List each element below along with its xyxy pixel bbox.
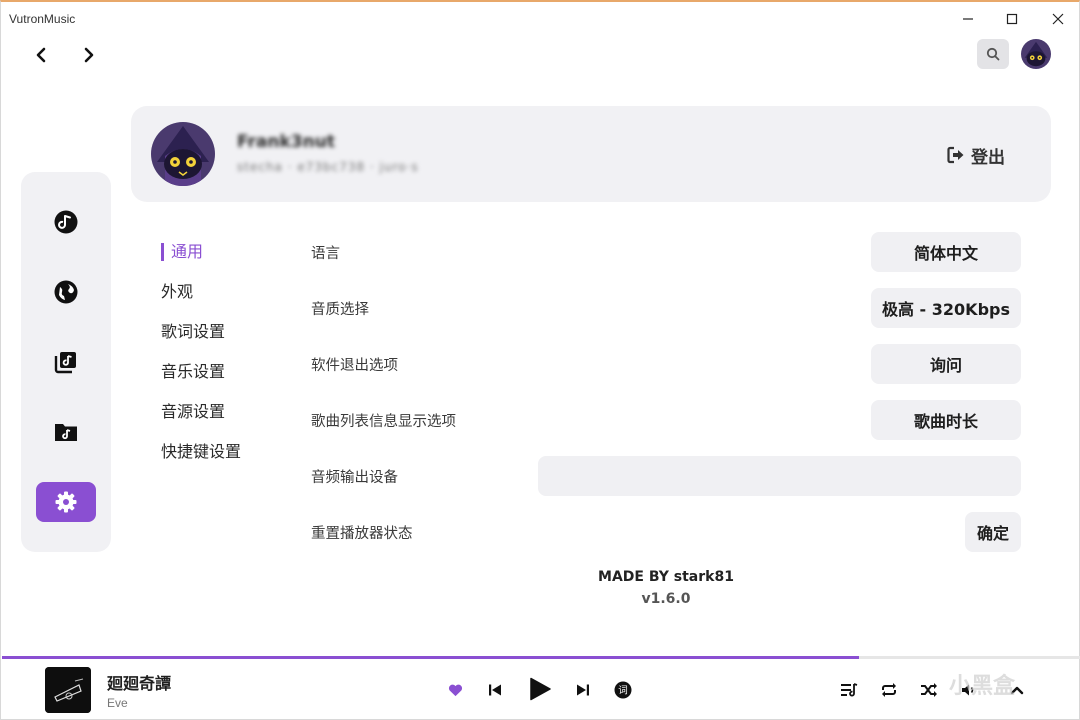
chevron-right-icon [84, 47, 94, 63]
song-title[interactable]: 廻廻奇譚 [107, 670, 171, 694]
profile-signature: stecha · e73bc738 · juro·s [237, 160, 419, 174]
like-button[interactable] [442, 677, 468, 703]
playlist-button[interactable] [836, 677, 862, 703]
user-avatar[interactable] [1021, 39, 1051, 69]
title-bar: VutronMusic [1, 4, 1080, 34]
maximize-button[interactable] [989, 4, 1035, 34]
tab-source-settings[interactable]: 音源设置 [161, 398, 225, 426]
repeat-button[interactable] [876, 677, 902, 703]
playlist-icon [841, 683, 858, 697]
list-info-label: 歌曲列表信息显示选项 [311, 414, 456, 430]
list-info-select[interactable]: 歌曲时长 [871, 400, 1021, 440]
output-device-select[interactable] [538, 456, 1021, 496]
reset-label: 重置播放器状态 [311, 526, 413, 542]
repeat-icon [882, 683, 896, 697]
lyrics-icon: 词 [614, 681, 632, 699]
shuffle-icon [921, 683, 937, 697]
logout-icon [947, 146, 964, 164]
chevron-left-icon [36, 47, 46, 63]
app-title: VutronMusic [9, 12, 76, 26]
heart-icon [448, 684, 462, 697]
watermark-text: 小黑盒 [949, 674, 1016, 699]
tab-lyrics-settings[interactable]: 歌词设置 [161, 318, 225, 346]
avatar-image [1021, 39, 1051, 69]
maximize-icon [1006, 13, 1018, 25]
globe-icon [54, 280, 78, 304]
shuffle-button[interactable] [916, 677, 942, 703]
lyrics-button[interactable]: 词 [610, 677, 636, 703]
library-icon [54, 352, 76, 374]
output-device-label: 音频输出设备 [311, 470, 398, 486]
profile-card: Frank3nut stecha · e73bc738 · juro·s 登出 [131, 106, 1051, 202]
version-text: v1.6.0 [641, 591, 691, 607]
play-icon [530, 677, 551, 701]
profile-name: Frank3nut [237, 132, 335, 152]
sidebar-item-explore[interactable] [36, 272, 96, 312]
reset-confirm-button[interactable]: 确定 [965, 512, 1021, 552]
previous-button[interactable] [482, 677, 508, 703]
close-button[interactable] [1035, 4, 1080, 34]
app-window: VutronMusic Frank3nut stecha · e73bc738 … [0, 0, 1080, 720]
logout-label: 登出 [971, 147, 1005, 168]
avatar-image [151, 122, 215, 186]
quality-label: 音质选择 [311, 302, 369, 318]
sidebar-item-music[interactable] [36, 202, 96, 242]
close-icon [1052, 13, 1064, 25]
album-cover-image [45, 667, 91, 713]
tab-music-settings[interactable]: 音乐设置 [161, 358, 225, 386]
search-button[interactable] [977, 39, 1009, 69]
lyrics-icon-text: 词 [618, 686, 628, 697]
settings-gear-icon [55, 491, 77, 513]
profile-avatar [151, 122, 215, 186]
quality-select[interactable]: 极高 - 320Kbps [871, 288, 1021, 328]
made-by-text: MADE BY stark81 [598, 569, 734, 585]
next-button[interactable] [570, 677, 596, 703]
player-bar: 廻廻奇譚 Eve 词 [1, 659, 1080, 720]
next-icon [577, 684, 589, 696]
exit-option-select[interactable]: 询问 [871, 344, 1021, 384]
forward-button[interactable] [74, 40, 104, 70]
music-note-icon [54, 210, 78, 234]
logout-button[interactable]: 登出 [947, 142, 1005, 168]
language-select[interactable]: 简体中文 [871, 232, 1021, 272]
tab-general[interactable]: 通用 [161, 238, 203, 266]
back-button[interactable] [26, 40, 56, 70]
sidebar-item-settings[interactable] [36, 482, 96, 522]
exit-option-label: 软件退出选项 [311, 358, 398, 374]
play-button[interactable] [524, 673, 556, 705]
sidebar-item-library[interactable] [36, 342, 96, 382]
sidebar [21, 172, 111, 552]
tab-appearance[interactable]: 外观 [161, 278, 193, 306]
folder-music-icon [55, 424, 77, 441]
previous-icon [489, 684, 501, 696]
minimize-icon [963, 18, 973, 20]
search-icon [986, 47, 1000, 61]
language-label: 语言 [311, 246, 340, 262]
minimize-button[interactable] [945, 4, 991, 34]
album-cover[interactable] [45, 667, 91, 713]
sidebar-item-local-music[interactable] [36, 412, 96, 452]
tab-shortcut-settings[interactable]: 快捷键设置 [161, 438, 241, 466]
song-artist[interactable]: Eve [107, 696, 128, 710]
